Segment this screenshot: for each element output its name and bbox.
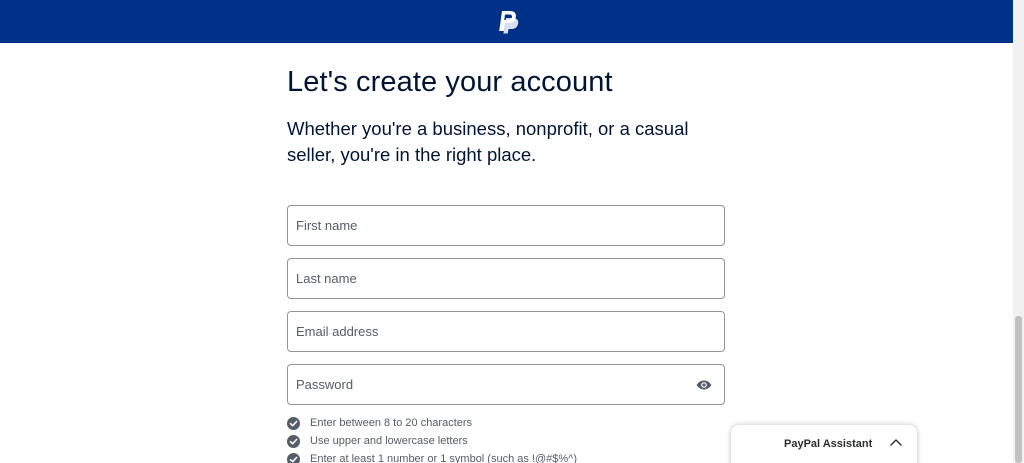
paypal-assistant-widget[interactable]: PayPal Assistant [731,425,917,463]
eye-icon[interactable] [696,378,712,392]
password-input[interactable] [288,365,724,404]
password-rule-text: Enter between 8 to 20 characters [310,417,473,429]
page-title: Let's create your account [287,66,613,98]
password-field[interactable] [287,364,725,405]
password-rule-item: Use upper and lowercase letters [287,432,577,450]
check-circle-icon [287,416,300,430]
scrollbar[interactable] [1013,0,1024,463]
email-field[interactable] [287,311,725,352]
chevron-up-icon[interactable] [889,437,903,447]
page-subtitle: Whether you're a business, nonprofit, or… [287,118,689,165]
assistant-label: PayPal Assistant [784,438,873,450]
password-rule-item: Enter between 8 to 20 characters [287,414,577,432]
scrollbar-thumb[interactable] [1015,316,1022,463]
first-name-input[interactable] [288,206,724,245]
page: Let's create your account Whether you're… [0,0,1024,463]
header-bar [0,0,1013,43]
email-input[interactable] [288,312,724,351]
password-rule-item: Enter at least 1 number or 1 symbol (suc… [287,450,577,463]
first-name-field[interactable] [287,205,725,246]
check-circle-icon [287,452,300,463]
check-circle-icon [287,434,300,448]
password-rules-list: Enter between 8 to 20 characters Use upp… [287,414,577,463]
password-rule-text: Enter at least 1 number or 1 symbol (suc… [310,453,577,463]
paypal-logo-icon[interactable] [497,10,519,34]
last-name-field[interactable] [287,258,725,299]
password-rule-text: Use upper and lowercase letters [310,435,468,447]
last-name-input[interactable] [288,259,724,298]
